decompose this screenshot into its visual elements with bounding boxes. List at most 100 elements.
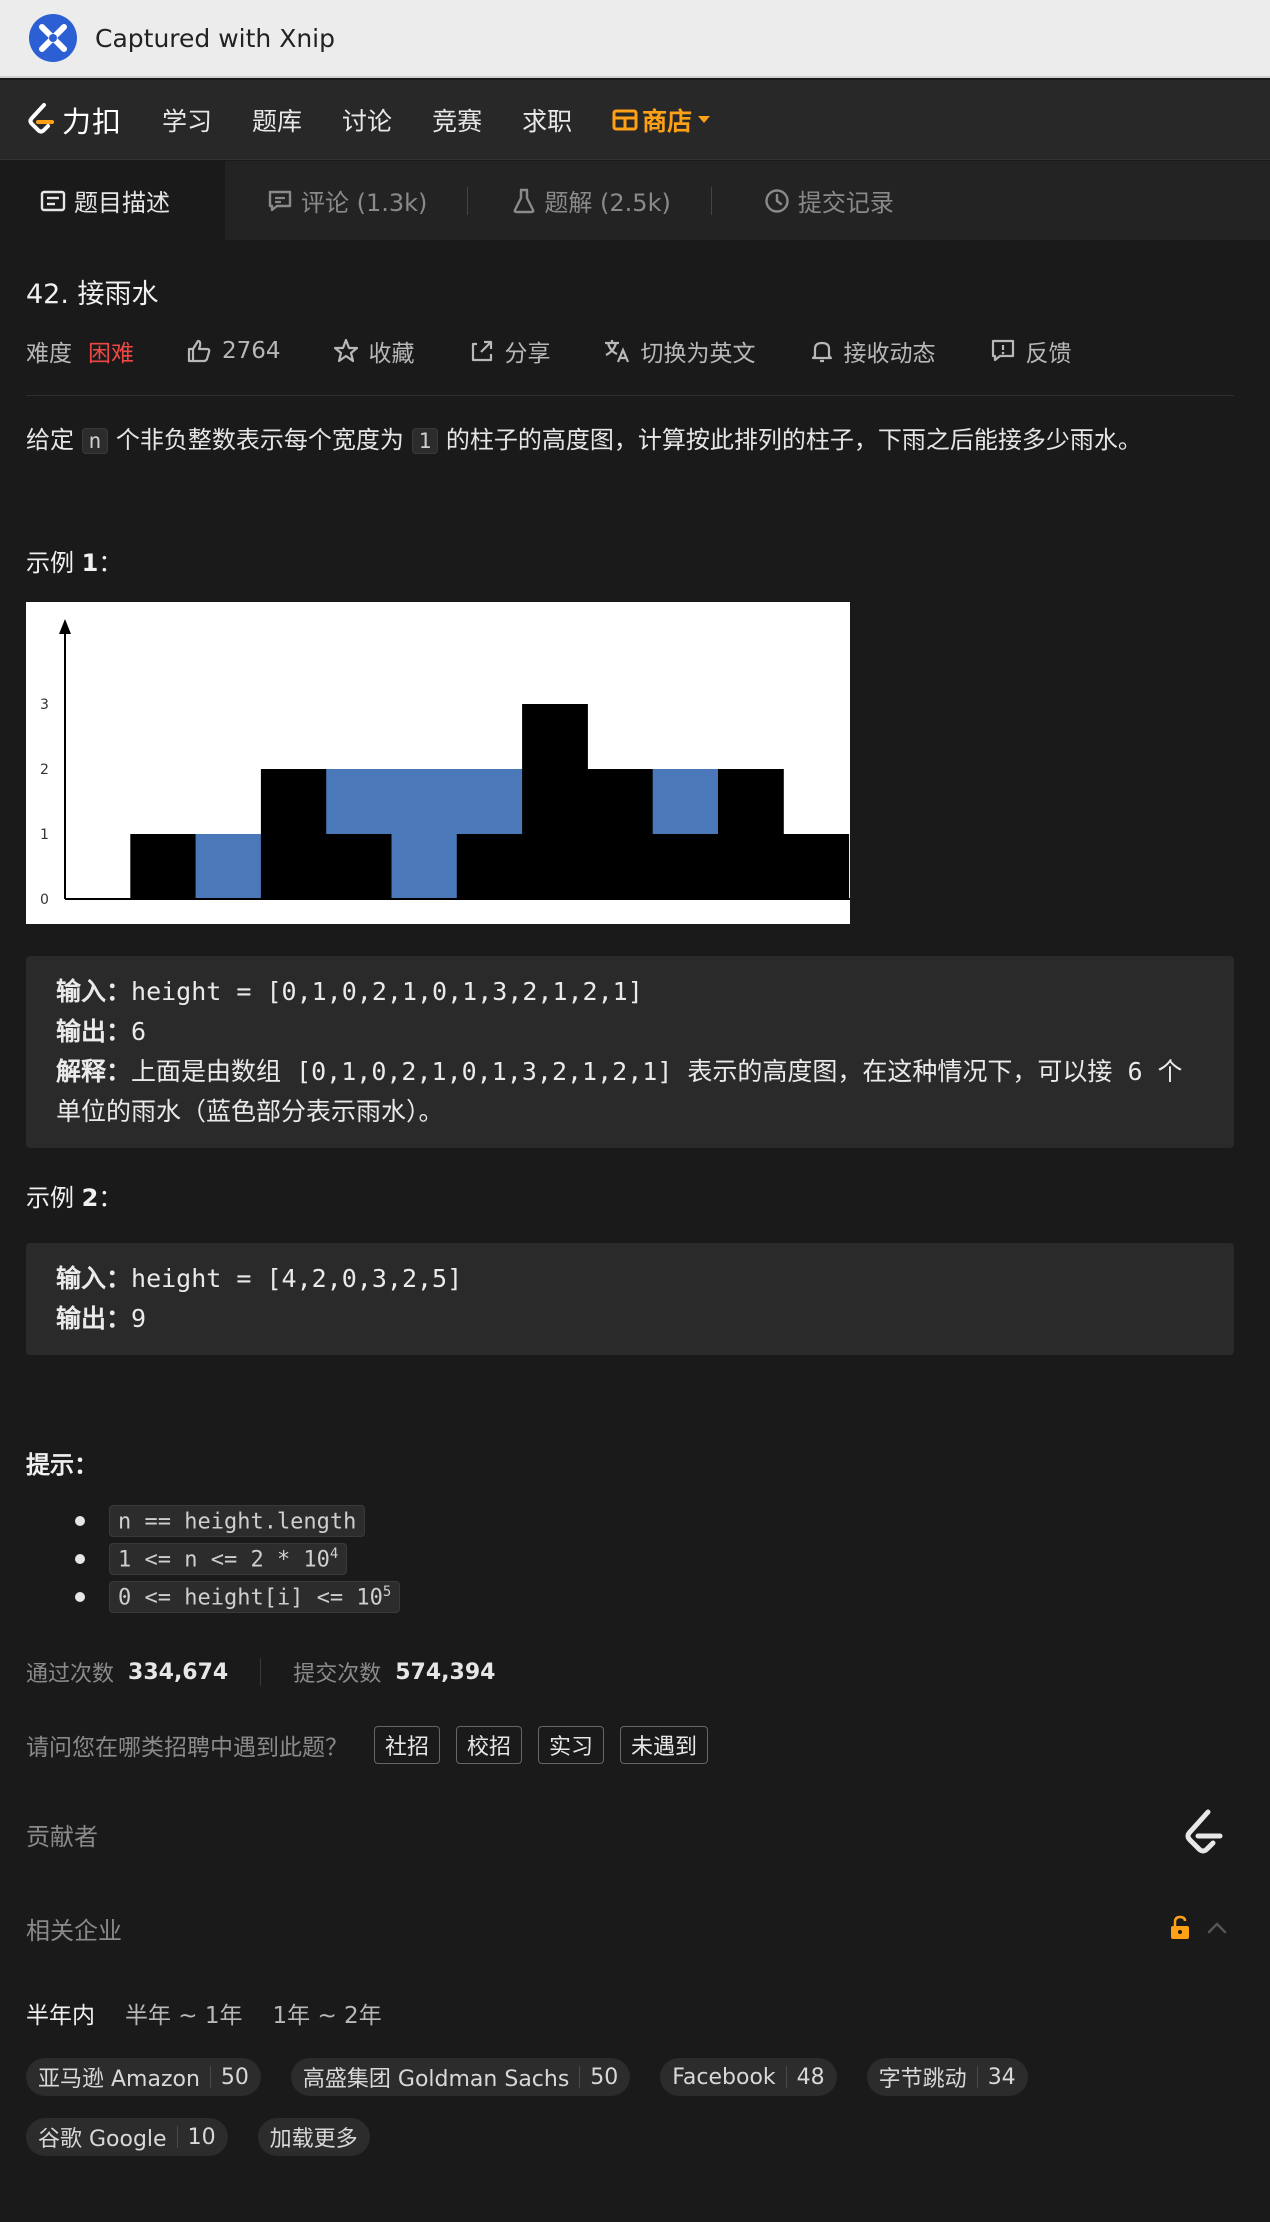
capture-bar: Captured with Xnip (0, 0, 1270, 78)
feedback-label: 反馈 (1025, 341, 1072, 367)
example-colon: ： (98, 549, 123, 577)
company-tag[interactable]: 亚马逊 Amazon 50 (26, 2058, 261, 2096)
tab-solutions-label: 题解 (2.5k) (544, 189, 671, 217)
tab-comments-label: 评论 (1.3k) (301, 189, 428, 217)
company-name: 字节跳动 (878, 2067, 967, 2092)
recruit-option-intern[interactable]: 实习 (538, 1726, 605, 1764)
tab-comments[interactable]: 评论 (1.3k) (225, 161, 467, 240)
example-colon: ： (98, 1184, 123, 1212)
y-tick-label: 2 (40, 762, 49, 778)
problem-meta-bar: 难度 困难 2764 收藏 分享 切换为英文 接收动态 反馈 (26, 331, 1234, 371)
elevation-bar (783, 834, 850, 899)
stat-divider (260, 1658, 262, 1686)
problem-description: 给定 n 个非负整数表示每个宽度为 1 的柱子的高度图，计算按此排列的柱子，下雨… (26, 420, 1234, 461)
output-value: 6 (131, 1017, 147, 1046)
nav-discuss[interactable]: 讨论 (342, 102, 392, 138)
contributors-section: 贡献者 (26, 1804, 1234, 1864)
company-count: 50 (220, 2064, 249, 2090)
hints-list: n == height.length 1 <= n <= 2 * 104 0 <… (26, 1502, 1234, 1616)
store-label: 商店 (642, 106, 693, 136)
like-button[interactable]: 2764 (186, 338, 281, 364)
accepted-count: 334,674 (128, 1659, 229, 1685)
chevron-up-icon[interactable] (1206, 1921, 1228, 1935)
example-2-title: 示例 2： (26, 1178, 1234, 1213)
capture-title: Captured with Xnip (95, 23, 335, 53)
nav-jobs[interactable]: 求职 (522, 102, 572, 138)
example-1-code: 输入：height = [0,1,0,2,1,0,1,3,2,1,2,1] 输出… (26, 956, 1234, 1148)
recruit-option-social[interactable]: 社招 (374, 1726, 441, 1764)
hints-title: 提示： (26, 1451, 98, 1479)
thumbs-up-icon (187, 339, 211, 363)
company-tag[interactable]: Facebook 48 (660, 2058, 837, 2096)
tab-solutions[interactable]: 题解 (2.5k) (468, 161, 710, 240)
example-label: 示例 (26, 549, 82, 577)
submissions-count: 574,394 (395, 1659, 496, 1685)
feedback-button[interactable]: 反馈 (990, 334, 1072, 368)
store-icon (612, 109, 638, 130)
hint-code: n == height.length (109, 1504, 366, 1538)
description-text: 个非负整数表示每个宽度为 (108, 426, 412, 454)
recruit-option-campus[interactable]: 校招 (456, 1726, 523, 1764)
list-item: 1 <= n <= 2 * 104 (26, 1540, 1234, 1578)
tag-divider (176, 2126, 178, 2148)
water-bar (195, 834, 262, 899)
example-number: 2 (81, 1184, 99, 1212)
hint-code: 0 <= height[i] <= 105 (109, 1580, 401, 1614)
contributor-avatar-icon[interactable] (1180, 1808, 1228, 1860)
unlock-icon[interactable] (1168, 1915, 1192, 1941)
translate-button[interactable]: 切换为英文 (603, 334, 756, 368)
share-icon (471, 340, 492, 362)
share-button[interactable]: 分享 (469, 334, 551, 368)
example-1-title: 示例 1： (26, 543, 1234, 578)
water-bar (326, 769, 392, 834)
company-name: 谷歌 Google (38, 2127, 167, 2152)
bullet (75, 1554, 85, 1564)
company-tag[interactable]: 高盛集团 Goldman Sachs 50 (290, 2058, 631, 2096)
input-value: height = [4,2,0,3,2,5] (131, 1264, 463, 1293)
company-tags: 亚马逊 Amazon 50 高盛集团 Goldman Sachs 50 Facebo… (26, 2058, 1234, 2178)
brand-name: 力扣 (62, 104, 123, 139)
hint-sup: 5 (382, 1583, 392, 1600)
water-bar (456, 769, 523, 834)
example-1-explain: 解释：上面是由数组 [0,1,0,2,1,0,1,3,2,1,2,1] 表示的高… (56, 1052, 1204, 1132)
nav-store[interactable]: 商店 (612, 102, 711, 138)
subscribe-label: 接收动态 (843, 341, 936, 367)
tag-divider (579, 2066, 581, 2088)
tab-submissions[interactable]: 提交记录 (712, 161, 934, 240)
tab-submissions-label: 提交记录 (797, 189, 894, 217)
company-name: 高盛集团 Goldman Sachs (302, 2067, 570, 2092)
accepted-label: 通过次数 (26, 1662, 115, 1687)
like-count: 2764 (222, 338, 281, 364)
hint-sup: 4 (329, 1545, 339, 1562)
period-one-to-two-years[interactable]: 1年 ~ 2年 (273, 1996, 382, 2030)
tab-description[interactable]: 题目描述 (0, 161, 225, 240)
example-2-code: 输入：height = [4,2,0,3,2,5] 输出：9 (26, 1243, 1234, 1355)
nav-learn[interactable]: 学习 (162, 102, 212, 138)
problem-tabs: 题目描述 评论 (1.3k) 题解 (2.5k) 提交记录 (0, 161, 1270, 240)
description-text: 的柱子的高度图，计算按此排列的柱子，下雨之后能接多少雨水。 (438, 426, 1142, 454)
leetcode-logo[interactable]: 力扣 (26, 99, 122, 141)
elevation-bar (587, 769, 654, 899)
subscribe-button[interactable]: 接收动态 (810, 334, 936, 368)
contributors-label: 贡献者 (26, 1822, 98, 1851)
explain-label: 解释： (56, 1057, 132, 1086)
company-tag[interactable]: 字节跳动 34 (866, 2058, 1028, 2096)
nav-problems[interactable]: 题库 (252, 102, 302, 138)
tag-divider (785, 2066, 787, 2088)
company-tag[interactable]: 谷歌 Google 10 (26, 2118, 228, 2156)
elevation-bar (522, 704, 588, 899)
elevation-bar (260, 769, 327, 899)
company-count: 10 (187, 2124, 216, 2150)
recruit-question-text: 请问您在哪类招聘中遇到此题？ (26, 1735, 348, 1761)
favorite-button[interactable]: 收藏 (333, 334, 415, 368)
bell-icon (811, 341, 832, 363)
recruit-option-none[interactable]: 未遇到 (620, 1726, 709, 1764)
period-half-year[interactable]: 半年内 (26, 1996, 95, 2030)
hint-text: 1 <= n <= 2 * 10 (118, 1547, 330, 1573)
y-tick-label: 1 (40, 827, 49, 843)
company-name: 亚马逊 Amazon (38, 2067, 200, 2092)
period-half-to-one-year[interactable]: 半年 ~ 1年 (125, 1996, 243, 2030)
elevation-bar (718, 769, 784, 899)
load-more-button[interactable]: 加载更多 (257, 2118, 370, 2156)
nav-contest[interactable]: 竞赛 (432, 102, 482, 138)
